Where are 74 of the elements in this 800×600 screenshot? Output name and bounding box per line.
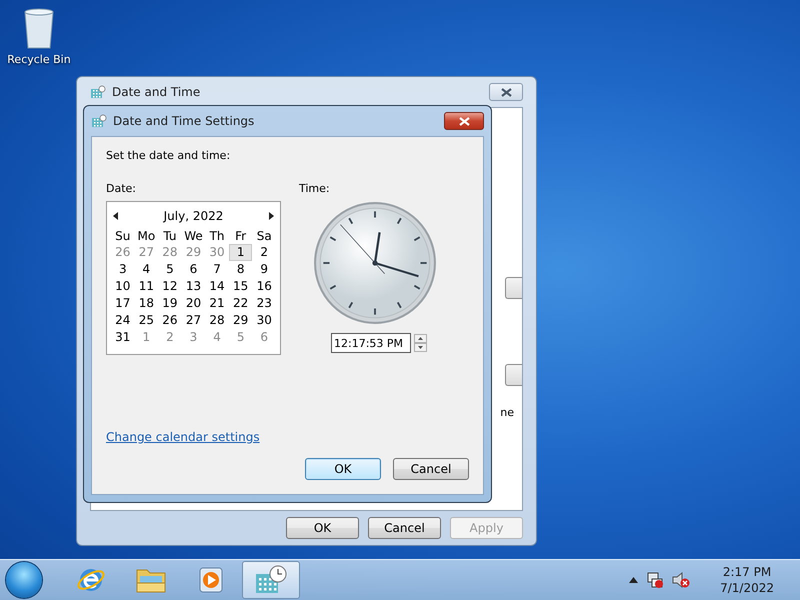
calendar-day[interactable]: 18 bbox=[134, 295, 158, 312]
previous-month-icon[interactable] bbox=[113, 212, 118, 220]
start-button[interactable] bbox=[6, 562, 42, 598]
network-error-icon[interactable] bbox=[646, 571, 664, 589]
date-time-icon bbox=[90, 85, 106, 99]
calendar-day[interactable]: 20 bbox=[182, 295, 206, 312]
calendar-day[interactable]: 24 bbox=[111, 312, 135, 329]
desktop-icon-label: Recycle Bin bbox=[7, 53, 71, 66]
dialog-button[interactable]: OK bbox=[286, 517, 359, 539]
close-button[interactable] bbox=[444, 112, 484, 130]
calendar-day[interactable]: 11 bbox=[134, 278, 158, 295]
date-label: Date: bbox=[106, 182, 137, 195]
show-hidden-icons-button[interactable] bbox=[629, 577, 638, 583]
spin-up-button[interactable] bbox=[414, 334, 427, 343]
calendar-day[interactable]: 3 bbox=[111, 261, 135, 278]
calendar-day[interactable]: 29 bbox=[228, 312, 252, 329]
spin-down-button[interactable] bbox=[414, 343, 427, 352]
play-icon bbox=[198, 566, 224, 594]
calendar-day[interactable]: 5 bbox=[158, 261, 182, 278]
close-icon bbox=[458, 116, 470, 126]
next-month-icon[interactable] bbox=[269, 212, 274, 220]
calendar-day[interactable]: 1 bbox=[228, 244, 252, 261]
calendar-day[interactable]: 14 bbox=[205, 278, 229, 295]
time-field[interactable]: 12:17:53 PM bbox=[331, 333, 411, 353]
weekday-label: Tu bbox=[162, 228, 178, 244]
weekday-label: Fr bbox=[234, 228, 248, 244]
calendar-day[interactable]: 28 bbox=[205, 312, 229, 329]
calendar-day[interactable]: 6 bbox=[182, 261, 206, 278]
close-button[interactable] bbox=[489, 83, 523, 101]
calendar-day[interactable]: 13 bbox=[182, 278, 206, 295]
calendar-day[interactable]: 4 bbox=[134, 261, 158, 278]
calendar-day[interactable]: 25 bbox=[134, 312, 158, 329]
calendar-day[interactable]: 7 bbox=[205, 261, 229, 278]
calendar-day[interactable]: 31 bbox=[111, 329, 135, 346]
weekday-label: Sa bbox=[256, 228, 273, 244]
month-title[interactable]: July, 2022 bbox=[164, 209, 224, 223]
calendar-day[interactable]: 30 bbox=[252, 312, 276, 329]
calendar-clock-icon bbox=[254, 565, 288, 595]
time-label: Time: bbox=[299, 182, 331, 195]
calendar-day[interactable]: 15 bbox=[228, 278, 252, 295]
caret-up-icon bbox=[418, 337, 423, 340]
window-title: Date and Time bbox=[112, 85, 202, 99]
calendar-day[interactable]: 9 bbox=[252, 261, 276, 278]
dialog-button[interactable]: Cancel bbox=[393, 458, 469, 480]
calendar-day[interactable]: 10 bbox=[111, 278, 135, 295]
dialog-title: Date and Time Settings bbox=[113, 114, 256, 128]
calendar-settings-link[interactable]: Change calendar settings bbox=[106, 430, 260, 444]
instruction-text: Set the date and time: bbox=[106, 149, 232, 162]
dialog-button[interactable]: Cancel bbox=[368, 517, 441, 539]
partial-button[interactable] bbox=[505, 364, 522, 386]
taskbar-clock[interactable]: 2:17 PM 7/1/2022 bbox=[720, 564, 774, 596]
calendar-day[interactable]: 17 bbox=[111, 295, 135, 312]
calendar-day[interactable]: 23 bbox=[252, 295, 276, 312]
calendar-day[interactable]: 22 bbox=[228, 295, 252, 312]
calendar-day[interactable]: 8 bbox=[228, 261, 252, 278]
speaker-muted-icon[interactable] bbox=[672, 571, 690, 589]
weekday-label: Mo bbox=[136, 228, 156, 244]
calendar-day[interactable]: 27 bbox=[182, 312, 206, 329]
calendar-day[interactable]: 2 bbox=[252, 244, 276, 261]
caret-down-icon bbox=[418, 346, 423, 349]
weekday-label: Su bbox=[114, 228, 132, 244]
weekday-label: We bbox=[183, 228, 204, 244]
taskbar-app-button[interactable] bbox=[242, 561, 300, 599]
dialog-button[interactable]: OK bbox=[305, 458, 381, 480]
calendar-day[interactable]: 26 bbox=[158, 312, 182, 329]
weekday-label: Th bbox=[208, 228, 226, 244]
date-time-icon bbox=[91, 114, 107, 128]
calendar-day[interactable]: 16 bbox=[252, 278, 276, 295]
close-icon bbox=[500, 88, 512, 96]
partial-button[interactable] bbox=[505, 277, 522, 299]
partial-text: ne bbox=[500, 406, 514, 419]
calendar-day[interactable]: 19 bbox=[158, 295, 182, 312]
calendar-day[interactable]: 21 bbox=[205, 295, 229, 312]
calendar-day[interactable]: 12 bbox=[158, 278, 182, 295]
